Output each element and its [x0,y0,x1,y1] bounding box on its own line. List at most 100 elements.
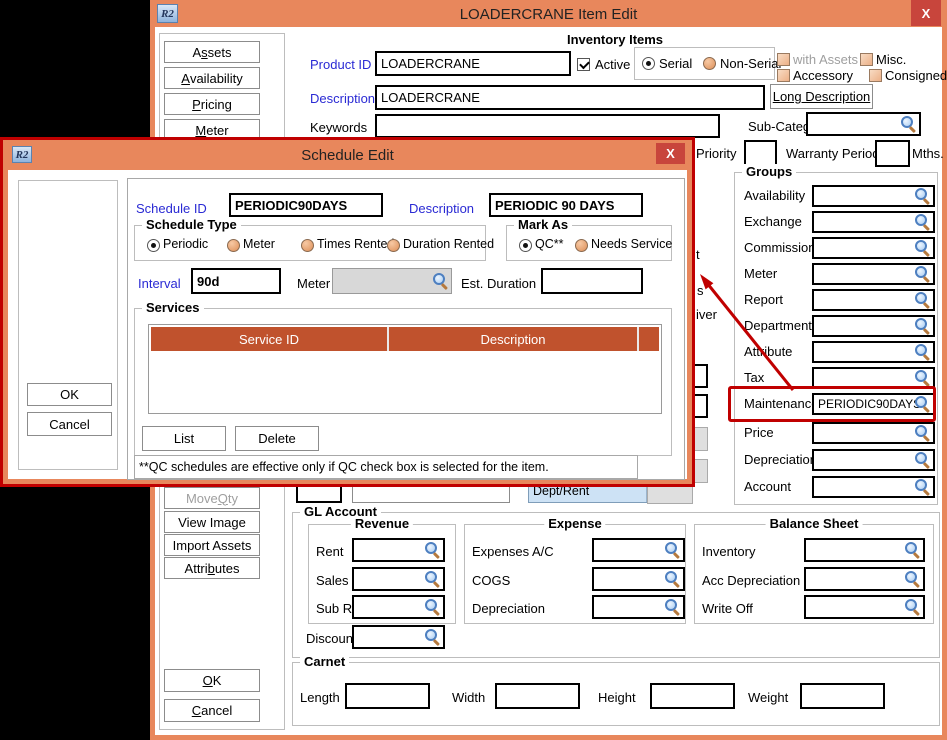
product-id-label: Product ID [310,57,371,72]
search-icon[interactable] [914,187,931,204]
accessory-checkbox[interactable] [777,69,790,82]
discount-field[interactable] [352,625,445,649]
group-label-tax: Tax [744,370,764,385]
expenses-ac-field[interactable] [592,538,685,562]
search-icon[interactable] [914,478,931,495]
priority-field[interactable] [744,140,777,167]
schedule-id-field[interactable]: PERIODIC90DAYS [229,193,383,217]
active-label: Active [595,57,630,72]
sidebar-item-availability[interactable]: Availability [164,67,260,89]
cogs-label: COGS [472,573,510,588]
radio-times-rented[interactable] [301,239,314,252]
radio-qc[interactable] [519,239,532,252]
search-icon[interactable] [914,451,931,468]
search-icon[interactable] [914,317,931,334]
active-checkbox[interactable] [577,58,590,71]
width-field[interactable] [495,683,580,709]
sidebar-item-pricing[interactable]: Pricing [164,93,260,115]
search-icon[interactable] [904,598,921,615]
description-label: Description [310,91,375,106]
search-icon[interactable] [424,598,441,615]
search-icon[interactable] [900,115,917,132]
weight-field[interactable] [800,683,885,709]
keywords-field[interactable] [375,114,720,138]
warranty-period-field[interactable] [875,140,910,167]
search-icon[interactable] [914,369,931,386]
ok-button[interactable]: OK [164,669,260,692]
radio-duration-rented[interactable] [387,239,400,252]
list-button[interactable]: List [142,426,226,451]
group-field-commission[interactable] [812,237,935,259]
schedule-description-field[interactable]: PERIODIC 90 DAYS [489,193,643,217]
group-field-department[interactable] [812,315,935,337]
search-icon[interactable] [424,570,441,587]
group-label-exchange: Exchange [744,214,802,229]
obscured-text-fragment: iver [696,307,717,322]
acc-depreciation-label: Acc Depreciation [702,573,800,588]
obscured-text-fragment: s [697,283,704,298]
months-label: Mths. [912,146,944,161]
consigned-label: Consigned [885,68,947,83]
group-field-depreciation[interactable] [812,449,935,471]
search-icon[interactable] [914,239,931,256]
search-icon[interactable] [914,213,931,230]
est-duration-field[interactable] [541,268,643,294]
radio-serial[interactable] [642,57,655,70]
height-field[interactable] [650,683,735,709]
service-id-column-header[interactable]: Service ID [151,327,389,351]
search-icon[interactable] [664,541,681,558]
schedule-type-title: Schedule Type [142,217,241,232]
group-field-meter[interactable] [812,263,935,285]
search-icon[interactable] [664,598,681,615]
attributes-button[interactable]: Attributes [164,557,260,579]
write-off-field[interactable] [804,595,925,619]
rent-field[interactable] [352,538,445,562]
product-id-field[interactable]: LOADERCRANE [375,51,571,76]
search-icon[interactable] [904,570,921,587]
long-description-button[interactable]: Long Description [770,84,873,109]
close-icon[interactable]: x [656,143,685,164]
search-icon[interactable] [664,570,681,587]
group-field-exchange[interactable] [812,211,935,233]
description-field[interactable]: LOADERCRANE [375,85,765,110]
close-icon[interactable]: x [911,0,941,26]
group-field-attribute[interactable] [812,341,935,363]
sub-category-field[interactable] [806,112,921,136]
inventory-field[interactable] [804,538,925,562]
search-icon[interactable] [914,291,931,308]
services-table[interactable]: Service ID Description [148,324,662,414]
group-label-report: Report [744,292,783,307]
group-field-price[interactable] [812,422,935,444]
depreciation-expense-field[interactable] [592,595,685,619]
description-column-header[interactable]: Description [389,327,639,351]
view-image-button[interactable]: View Image [164,511,260,533]
cancel-button[interactable]: Cancel [164,699,260,722]
import-assets-button[interactable]: Import Assets [164,534,260,556]
delete-button[interactable]: Delete [235,426,319,451]
group-field-account[interactable] [812,476,935,498]
consigned-checkbox[interactable] [869,69,882,82]
interval-field[interactable]: 90d [191,268,281,294]
misc-checkbox[interactable] [860,53,873,66]
search-icon[interactable] [914,265,931,282]
sales-field[interactable] [352,567,445,591]
search-icon[interactable] [424,628,441,645]
length-field[interactable] [345,683,430,709]
acc-depreciation-field[interactable] [804,567,925,591]
sidebar-item-assets[interactable]: Assets [164,41,260,63]
radio-periodic[interactable] [147,239,160,252]
search-icon[interactable] [904,541,921,558]
sub-rent-field[interactable] [352,595,445,619]
radio-non-serial[interactable] [703,57,716,70]
dialog-cancel-button[interactable]: Cancel [27,412,112,436]
search-icon[interactable] [914,424,931,441]
radio-needs-service[interactable] [575,239,588,252]
radio-meter[interactable] [227,239,240,252]
group-field-report[interactable] [812,289,935,311]
search-icon[interactable] [914,343,931,360]
cogs-field[interactable] [592,567,685,591]
search-icon[interactable] [424,541,441,558]
section-title: Inventory Items [415,32,815,47]
group-field-availability[interactable] [812,185,935,207]
dialog-ok-button[interactable]: OK [27,383,112,406]
